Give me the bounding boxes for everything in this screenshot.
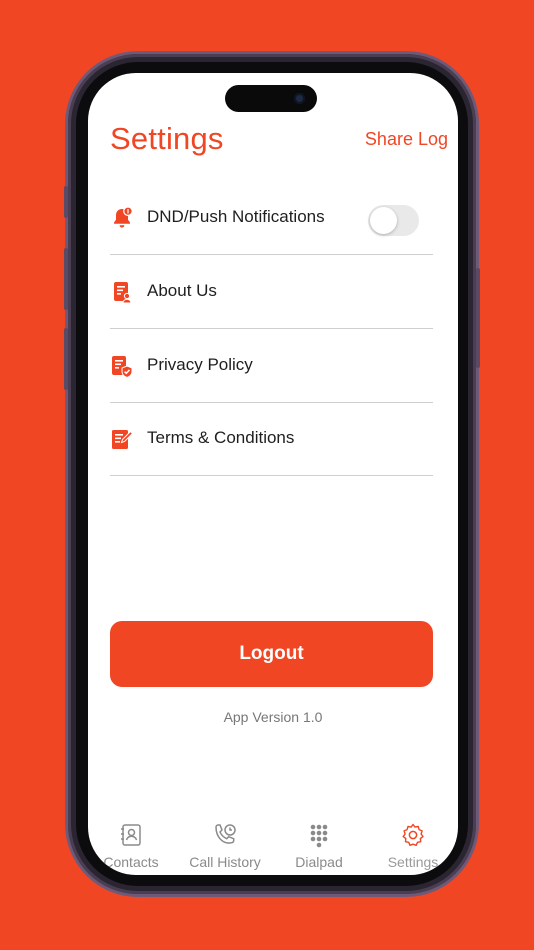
tab-settings[interactable]: Settings: [367, 818, 458, 870]
tab-label: Contacts: [103, 854, 159, 870]
settings-item-label: About Us: [147, 281, 217, 300]
app-version-text: App Version 1.0: [223, 709, 323, 725]
settings-item-label: DND/Push Notifications: [147, 207, 325, 226]
share-log-button[interactable]: Share Log: [365, 129, 448, 150]
phone-volume-up-button: [64, 248, 68, 310]
document-user-icon: [114, 282, 132, 304]
tab-contacts[interactable]: Contacts: [88, 818, 177, 870]
bottom-tab-bar: Contacts Call History Dialpad Settings: [88, 818, 458, 875]
gear-icon: [402, 823, 424, 846]
settings-item-terms-conditions[interactable]: Terms & Conditions: [110, 402, 433, 476]
contacts-book-icon: [121, 824, 141, 846]
page-title: Settings: [110, 121, 224, 156]
bell-alert-icon: [114, 206, 133, 228]
tab-call-history[interactable]: Call History: [179, 818, 271, 870]
tab-dialpad[interactable]: Dialpad: [273, 818, 365, 870]
tab-label: Call History: [189, 854, 261, 870]
phone-power-button: [476, 268, 480, 368]
dialpad-icon: [310, 824, 328, 848]
camera-icon: [294, 93, 305, 104]
settings-item-dnd-push-notifications[interactable]: DND/Push Notifications: [110, 181, 433, 255]
phone-action-button: [64, 186, 68, 218]
phone-volume-down-button: [64, 328, 68, 390]
settings-item-label: Terms & Conditions: [147, 428, 295, 447]
settings-item-privacy-policy[interactable]: Privacy Policy: [110, 329, 433, 403]
dynamic-island: [225, 85, 317, 112]
logout-button[interactable]: Logout: [110, 621, 433, 687]
document-shield-icon: [112, 356, 133, 378]
settings-item-label: Privacy Policy: [147, 355, 253, 374]
phone-clock-icon: [215, 824, 236, 844]
app-screen: Settings Share Log DND/Push Notification…: [88, 73, 458, 875]
tab-label: Settings: [387, 854, 439, 870]
toggle-knob: [370, 207, 397, 234]
settings-item-about-us[interactable]: About Us: [110, 255, 433, 329]
document-edit-icon: [112, 430, 134, 449]
dnd-push-toggle[interactable]: [368, 205, 419, 236]
tab-label: Dialpad: [295, 854, 343, 870]
